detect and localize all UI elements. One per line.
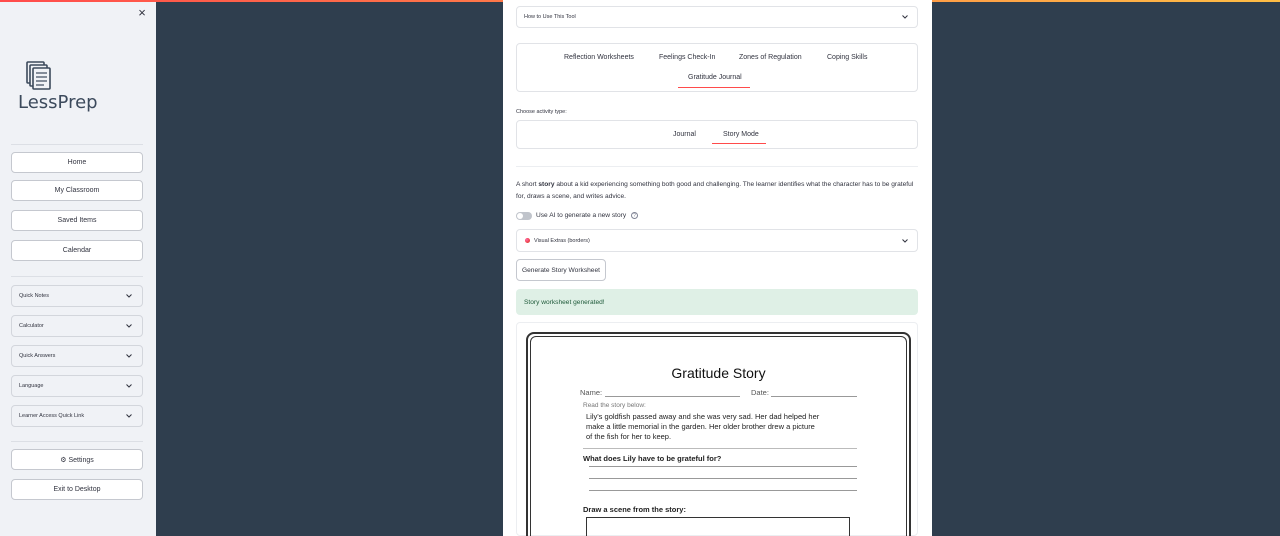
description-bold: story — [538, 181, 555, 188]
tab-feelings-check-in[interactable]: Feelings Check-In — [659, 54, 715, 61]
story-line: of the fish for her to keep. — [586, 432, 672, 441]
drawing-box — [586, 517, 850, 536]
how-to-label: How to Use This Tool — [524, 14, 576, 20]
visual-extras-expander[interactable]: Visual Extras (borders) — [516, 229, 918, 252]
worksheet-title: Gratitude Story — [671, 365, 766, 381]
answer-line — [589, 466, 857, 467]
tab-story-mode[interactable]: Story Mode — [723, 131, 759, 138]
chevron-down-icon — [126, 324, 132, 328]
tab-journal[interactable]: Journal — [673, 131, 696, 138]
settings-button[interactable]: ⚙ Settings — [11, 449, 143, 470]
read-instruction: Read the story below: — [583, 402, 646, 409]
tab-coping-skills[interactable]: Coping Skills — [827, 54, 867, 61]
nav-home-button[interactable]: Home — [11, 152, 143, 173]
chevron-down-icon — [902, 15, 908, 19]
expander-label: Learner Access Quick Link — [19, 413, 85, 419]
active-tab-indicator — [678, 87, 750, 88]
nav-saved-items-button[interactable]: Saved Items — [11, 210, 143, 231]
close-icon[interactable]: × — [136, 6, 148, 20]
success-alert: Story worksheet generated! — [516, 289, 918, 315]
expander-label: Quick Answers — [19, 353, 56, 359]
nav-classroom-button[interactable]: My Classroom — [11, 180, 143, 201]
visual-extras-label: Visual Extras (borders) — [534, 238, 590, 244]
divider — [11, 276, 143, 277]
story-line: Lily's goldfish passed away and she was … — [586, 412, 820, 421]
active-tab-indicator — [712, 143, 766, 144]
activity-type-label: Choose activity type: — [516, 109, 567, 115]
expander-label: Quick Notes — [19, 293, 49, 299]
divider — [583, 448, 857, 449]
how-to-expander[interactable]: How to Use This Tool — [516, 6, 918, 28]
activity-description: A short story about a kid experiencing s… — [516, 179, 918, 203]
divider — [11, 441, 143, 442]
expander-learner-access[interactable]: Learner Access Quick Link — [11, 405, 143, 427]
divider — [516, 166, 918, 167]
main-content: How to Use This Tool Reflection Workshee… — [503, 0, 932, 536]
expander-calculator[interactable]: Calculator — [11, 315, 143, 337]
expander-language[interactable]: Language — [11, 375, 143, 397]
answer-line — [589, 478, 857, 479]
nav-calendar-button[interactable]: Calendar — [11, 240, 143, 261]
expander-label: Language — [19, 383, 44, 389]
sidebar: × LessPrep Home My Classroom Saved Items… — [0, 2, 156, 536]
palette-icon — [525, 238, 530, 243]
expander-label: Calculator — [19, 323, 44, 329]
activity-tabs: Journal Story Mode — [516, 120, 918, 149]
chevron-down-icon — [126, 354, 132, 358]
logo-text: LessPrep — [18, 92, 98, 113]
description-prefix: A short — [516, 181, 539, 188]
tab-reflection-worksheets[interactable]: Reflection Worksheets — [564, 54, 634, 61]
draw-prompt: Draw a scene from the story: — [583, 505, 686, 514]
date-line — [771, 396, 857, 397]
generate-story-worksheet-button[interactable]: Generate Story Worksheet — [516, 259, 606, 281]
description-text: about a kid experiencing something both … — [516, 181, 914, 200]
chevron-down-icon — [126, 384, 132, 388]
story-line: make a little memorial in the garden. He… — [586, 422, 815, 431]
worksheet-border: Gratitude Story Name: Date: Read the sto… — [526, 332, 911, 536]
answer-line — [589, 490, 857, 491]
date-label: Date: — [751, 388, 769, 397]
question-text: What does Lily have to be grateful for? — [583, 454, 722, 463]
help-icon[interactable]: ? — [631, 212, 638, 219]
worksheet-tabs: Reflection Worksheets Feelings Check-In … — [516, 43, 918, 92]
divider — [11, 144, 143, 145]
tab-zones-of-regulation[interactable]: Zones of Regulation — [739, 54, 802, 61]
name-label: Name: — [580, 388, 603, 397]
ai-story-toggle[interactable] — [516, 212, 532, 220]
exit-to-desktop-button[interactable]: Exit to Desktop — [11, 479, 143, 500]
expander-quick-notes[interactable]: Quick Notes — [11, 285, 143, 307]
chevron-down-icon — [126, 414, 132, 418]
chevron-down-icon — [126, 294, 132, 298]
chevron-down-icon — [902, 239, 908, 243]
expander-quick-answers[interactable]: Quick Answers — [11, 345, 143, 367]
worksheet-preview: Gratitude Story Name: Date: Read the sto… — [516, 322, 918, 536]
ai-story-toggle-label: Use AI to generate a new story — [536, 212, 627, 219]
tab-gratitude-journal[interactable]: Gratitude Journal — [688, 74, 742, 81]
name-line — [605, 396, 740, 397]
worksheet-page: Gratitude Story Name: Date: Read the sto… — [530, 336, 907, 536]
